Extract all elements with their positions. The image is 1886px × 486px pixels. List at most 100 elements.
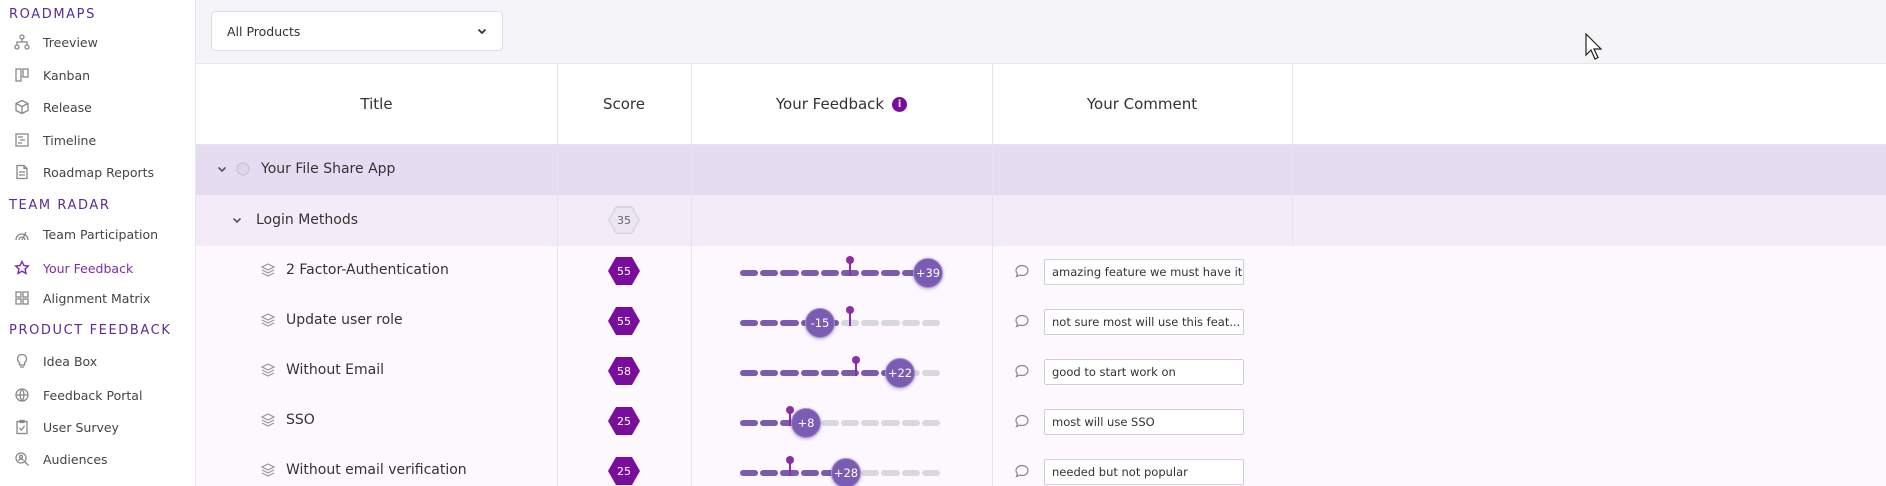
radar-icon — [14, 226, 30, 242]
layers-icon — [260, 313, 276, 327]
team-score-marker — [846, 306, 854, 326]
column-divider — [557, 64, 558, 486]
sidebar-item-label: Release — [43, 99, 92, 115]
slider-segment — [921, 320, 940, 326]
sidebar-item-alignment-matrix[interactable]: Alignment Matrix — [14, 286, 192, 310]
layers-icon — [260, 413, 276, 427]
sidebar-item-label: Treeview — [43, 34, 98, 50]
sidebar-item-feedback-portal[interactable]: Feedback Portal — [14, 383, 192, 407]
group-title: Your File Share App — [261, 161, 396, 177]
lightbulb-icon — [14, 353, 30, 369]
product-icon — [236, 162, 250, 176]
sidebar-item-user-survey[interactable]: User Survey — [14, 415, 192, 439]
comment-input[interactable]: not sure most will use this feat... — [1044, 309, 1244, 335]
slider-segment — [820, 370, 839, 376]
sidebar-item-team-participation[interactable]: Team Participation — [14, 222, 192, 246]
comment-input[interactable]: amazing feature we must have it. — [1044, 259, 1244, 285]
slider-segment — [800, 270, 819, 276]
slider-segment — [881, 270, 900, 276]
table-row: SSO 25 +8 most will use SSO — [196, 396, 1886, 446]
slider-handle[interactable]: +8 — [791, 408, 821, 438]
feedback-slider[interactable]: +22 — [740, 356, 940, 388]
sidebar: ROADMAPS Treeview Kanban Release Timelin… — [0, 0, 196, 486]
header-title: Title — [360, 95, 393, 113]
toolbar: All Products — [196, 0, 1886, 64]
slider-segment — [841, 420, 860, 426]
slider-segment — [861, 470, 880, 476]
document-icon — [14, 164, 30, 180]
slider-segment — [740, 370, 759, 376]
score-badge: 55 — [608, 307, 640, 335]
feedback-slider[interactable]: -15 — [740, 306, 940, 338]
slider-segment — [760, 270, 779, 276]
feedback-slider[interactable]: +39 — [740, 256, 943, 288]
score-badge: 35 — [608, 206, 640, 234]
sidebar-item-release[interactable]: Release — [14, 95, 192, 119]
score-badge: 25 — [608, 407, 640, 435]
table-row: 2 Factor-Authentication 55 +39 amazing f… — [196, 246, 1886, 296]
sidebar-item-label: Idea Box — [43, 353, 98, 369]
section-product-feedback: PRODUCT FEEDBACK — [9, 323, 172, 338]
team-score-marker — [846, 256, 854, 276]
slider-segment — [780, 270, 799, 276]
header-comment: Your Comment — [1086, 95, 1198, 113]
slider-segment — [760, 470, 779, 476]
score-badge: 55 — [608, 257, 640, 285]
sidebar-item-timeline[interactable]: Timeline — [14, 128, 192, 152]
section-team-radar: TEAM RADAR — [9, 198, 111, 213]
sidebar-item-treeview[interactable]: Treeview — [14, 30, 192, 54]
column-divider — [1292, 64, 1293, 246]
sidebar-item-label: Your Feedback — [43, 260, 134, 276]
sidebar-item-audiences[interactable]: Audiences — [14, 447, 192, 471]
sidebar-item-label: Team Participation — [43, 226, 159, 242]
team-score-marker — [852, 356, 860, 376]
chevron-down-icon[interactable] — [216, 163, 228, 175]
slider-segment — [861, 420, 880, 426]
globe-icon — [14, 387, 30, 403]
sidebar-item-roadmap-reports[interactable]: Roadmap Reports — [14, 160, 192, 184]
slider-segment — [921, 370, 940, 376]
comment-icon — [1015, 414, 1029, 428]
chevron-down-icon[interactable] — [231, 214, 243, 226]
score-badge: 58 — [608, 357, 640, 385]
sidebar-item-idea-box[interactable]: Idea Box — [14, 349, 192, 373]
header-feedback: Your Feedback i — [691, 64, 992, 144]
feedback-slider[interactable]: +8 — [740, 406, 940, 438]
slider-segment — [861, 370, 880, 376]
comment-icon — [1015, 464, 1029, 478]
sidebar-item-label: Kanban — [43, 67, 91, 83]
row-title: Without Email — [286, 362, 385, 378]
mouse-cursor-icon — [1585, 33, 1603, 60]
slider-handle[interactable]: -15 — [805, 308, 835, 338]
slider-segment — [740, 420, 759, 426]
sidebar-item-your-feedback[interactable]: Your Feedback — [14, 256, 192, 280]
info-icon[interactable]: i — [892, 96, 908, 112]
table-row: Without Email 58 +22 good to start work … — [196, 346, 1886, 396]
main-content: All Products Title Score Your Feedback i… — [196, 0, 1886, 486]
feedback-slider[interactable]: +28 — [740, 456, 940, 486]
slider-segment — [740, 320, 759, 326]
slider-segment — [881, 470, 900, 476]
product-select[interactable]: All Products — [211, 11, 503, 51]
row-title: 2 Factor-Authentication — [286, 262, 449, 278]
slider-segment — [921, 470, 940, 476]
row-divider — [196, 144, 1886, 145]
sidebar-item-label: Audiences — [43, 451, 108, 467]
layers-icon — [260, 463, 276, 477]
comment-icon — [1015, 364, 1029, 378]
sidebar-item-label: Alignment Matrix — [43, 290, 151, 306]
grid-icon — [14, 290, 30, 306]
slider-handle[interactable]: +28 — [831, 458, 861, 486]
slider-segment — [861, 320, 880, 326]
slider-handle[interactable]: +39 — [913, 258, 943, 288]
slider-segment — [800, 370, 819, 376]
slider-handle[interactable]: +22 — [885, 358, 915, 388]
slider-segment — [881, 420, 900, 426]
comment-input[interactable]: most will use SSO — [1044, 409, 1244, 435]
comment-input[interactable]: needed but not popular — [1044, 459, 1244, 485]
comment-input[interactable]: good to start work on — [1044, 359, 1244, 385]
row-title: Update user role — [286, 312, 403, 328]
row-title: SSO — [286, 412, 315, 428]
table-row-group: Your File Share App — [196, 144, 1886, 195]
sidebar-item-kanban[interactable]: Kanban — [14, 63, 192, 87]
